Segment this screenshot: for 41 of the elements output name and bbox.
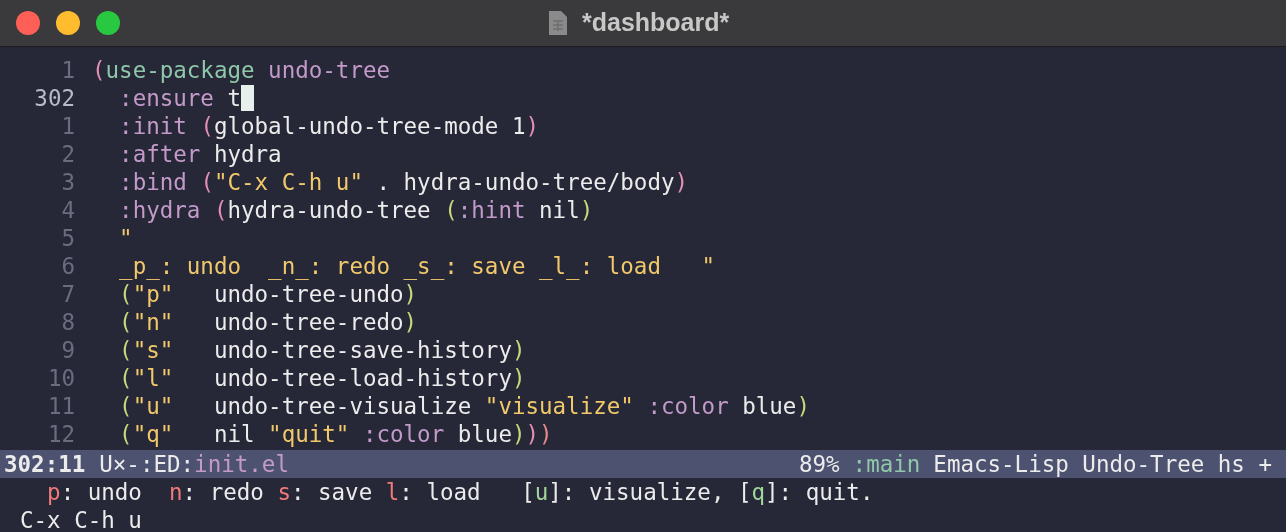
code-line: "	[118, 224, 133, 252]
line-number: 7	[60, 280, 76, 308]
zoom-button[interactable]	[96, 11, 120, 35]
code-line: (use-package undo-tree	[92, 56, 391, 84]
line-number: 2	[60, 140, 76, 168]
code-line: ("q" nil "quit" :color blue)))	[118, 420, 553, 448]
line-number: 10	[46, 364, 76, 392]
minimize-button[interactable]	[56, 11, 80, 35]
minibuffer-line: C-x C-h u	[20, 506, 142, 532]
code-line: ("l" undo-tree-load-history)	[118, 364, 526, 392]
line-number: 12	[46, 420, 76, 448]
line-number: 302	[33, 84, 76, 112]
line-number: 6	[60, 252, 76, 280]
line-number: 8	[60, 308, 76, 336]
line-number: 1	[60, 56, 76, 84]
code-line: ("p" undo-tree-undo)	[118, 280, 418, 308]
line-number: 11	[46, 392, 76, 420]
code-line: ("n" undo-tree-redo)	[118, 308, 418, 336]
code-line: :hydra (hydra-undo-tree (:hint nil)	[118, 196, 594, 224]
minibuffer-line: p: undo n: redo s: save l: load [u]: visualize, [q]: quit.	[46, 478, 874, 506]
code-line: :after hydra	[118, 140, 282, 168]
git-branch: :main	[852, 450, 921, 478]
code-line: :ensure t	[118, 84, 241, 112]
code-line: :init (global-undo-tree-mode 1)	[118, 112, 540, 140]
buffer-name: init.el	[194, 450, 289, 478]
buffer-flags: U×-:ED:	[99, 450, 195, 478]
cursor-position: 302:11	[4, 450, 86, 478]
code-line: :bind ("C-x C-h u" . hydra-undo-tree/body)	[118, 168, 689, 196]
document-icon	[548, 9, 568, 36]
line-number: 3	[60, 168, 76, 196]
code-line: ("u" undo-tree-visualize "visualize" :color blue)	[118, 392, 810, 420]
code-line: ("s" undo-tree-save-history)	[118, 336, 526, 364]
code-line: _p_: undo _n_: redo _s_: save _l_: load "	[118, 252, 716, 280]
line-number: 1	[60, 112, 76, 140]
close-button[interactable]	[16, 11, 40, 35]
line-number: 9	[60, 336, 76, 364]
line-number: 5	[60, 224, 76, 252]
major-minor-modes: Emacs-Lisp Undo-Tree hs +	[933, 450, 1272, 478]
window-title: *dashboard*	[582, 8, 730, 37]
line-number: 4	[60, 196, 76, 224]
scroll-percent: 89%	[798, 450, 840, 478]
